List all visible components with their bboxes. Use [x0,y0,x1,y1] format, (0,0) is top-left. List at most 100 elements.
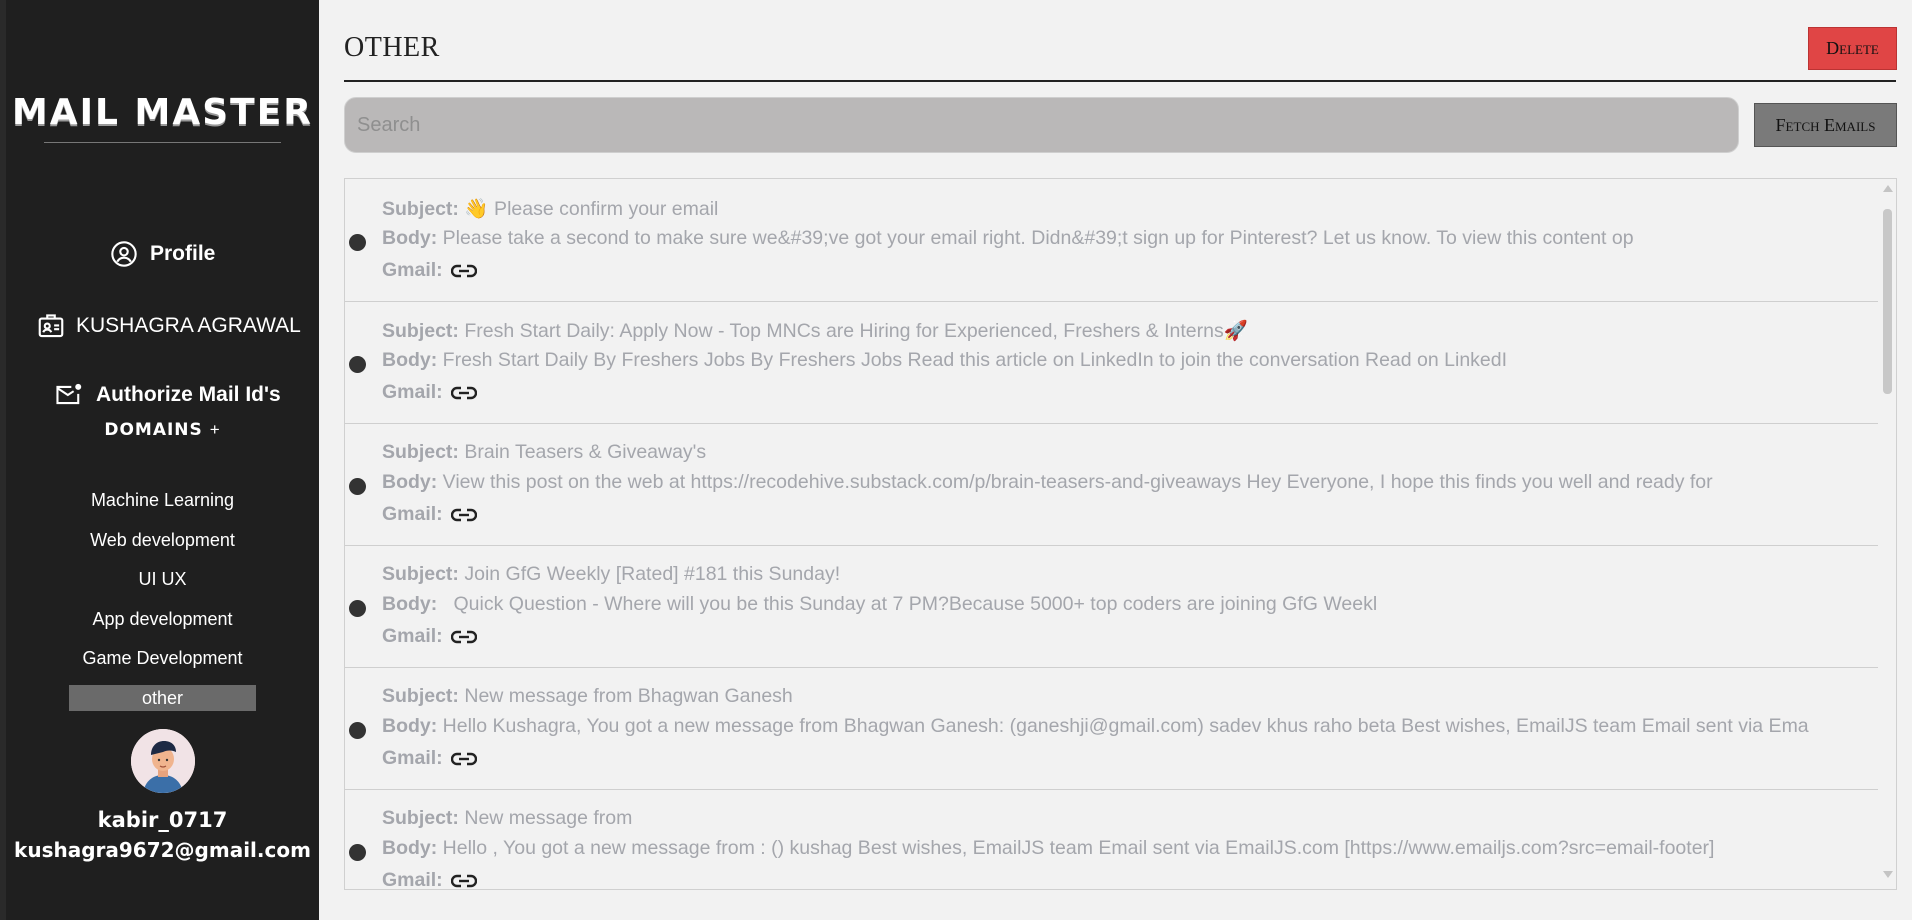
email-list[interactable]: Subject: 👋 Please confirm your email Bod… [344,178,1897,890]
user-name-label: KUSHAGRA AGRAWAL [76,314,301,337]
email-body-line: Body: Fresh Start Daily By Freshers Jobs… [382,349,1507,372]
domain-item-app-development[interactable]: App development [69,606,256,632]
subject-label: Subject: [382,198,459,220]
scroll-thumb[interactable] [1883,209,1892,394]
authorize-mail-link[interactable]: Authorize Mail Id's [54,381,281,409]
user-circle-icon [110,240,138,268]
email-item[interactable]: Subject: New message from Body: Hello , … [345,789,1878,890]
unread-dot [349,844,366,861]
app-logo: MAIL MASTER [11,92,314,133]
body-label: Body: [382,837,438,859]
email-subject-line: Subject: 👋 Please confirm your email [382,197,718,221]
mail-notification-icon [54,381,84,409]
gmail-label: Gmail: [382,381,443,403]
gmail-label: Gmail: [382,503,443,525]
email-body: Quick Question - Where will you be this … [442,593,1378,615]
email-body: Fresh Start Daily By Freshers Jobs By Fr… [442,349,1508,371]
unread-dot [349,600,366,617]
unread-dot [349,478,366,495]
email-gmail-line: Gmail: [382,747,443,770]
subject-label: Subject: [382,563,459,585]
id-badge-icon [36,311,66,341]
domains-title: DOMAINS [104,420,203,440]
profile-email: kushagra9672@gmail.com [14,838,311,862]
email-item[interactable]: Subject: Join GfG Weekly [Rated] #181 th… [345,545,1878,668]
profile-username: kabir_0717 [97,808,228,832]
domain-item-game-development[interactable]: Game Development [69,645,256,671]
email-body-line: Body: Hello , You got a new message from… [382,837,1714,860]
email-item[interactable]: Subject: Fresh Start Daily: Apply Now - … [345,301,1878,424]
email-item[interactable]: Subject: New message from Bhagwan Ganesh… [345,667,1878,790]
email-subject: Join GfG Weekly [Rated] #181 this Sunday… [464,563,841,585]
email-subject: New message from Bhagwan Ganesh [464,685,793,707]
page-title: OTHER [344,32,440,63]
email-subject-line: Subject: Brain Teasers & Giveaway's [382,441,706,464]
gmail-label: Gmail: [382,259,443,281]
email-body-line: Body: Please take a second to make sure … [382,227,1634,250]
search-input[interactable] [344,97,1739,153]
email-gmail-line: Gmail: [382,259,443,282]
domain-item-other[interactable]: other [69,685,256,711]
email-item[interactable]: Subject: Brain Teasers & Giveaway's Body… [345,423,1878,546]
subject-label: Subject: [382,320,459,342]
fetch-emails-button[interactable]: Fetch Emails [1754,103,1897,147]
body-label: Body: [382,715,438,737]
gmail-label: Gmail: [382,625,443,647]
authorize-label: Authorize Mail Id's [96,383,281,406]
email-subject: Fresh Start Daily: Apply Now - Top MNCs … [464,320,1248,342]
profile-label: Profile [150,242,216,265]
email-item[interactable]: Subject: 👋 Please confirm your email Bod… [345,179,1878,302]
delete-button[interactable]: Delete [1808,27,1897,70]
email-gmail-line: Gmail: [382,503,443,526]
add-domain-button[interactable]: + [210,420,221,439]
email-body: Hello , You got a new message from : () … [442,837,1715,859]
email-body: Please take a second to make sure we&#39… [442,227,1634,249]
domain-item-machine-learning[interactable]: Machine Learning [69,487,256,513]
link-icon[interactable] [450,263,478,284]
email-body-line: Body: View this post on the web at https… [382,471,1713,494]
link-icon[interactable] [450,751,478,772]
gmail-label: Gmail: [382,747,443,769]
email-gmail-line: Gmail: [382,869,443,890]
email-subject: 👋 Please confirm your email [464,198,719,220]
logo-divider [44,142,281,143]
email-gmail-line: Gmail: [382,625,443,648]
body-label: Body: [382,227,438,249]
title-divider [344,80,1896,82]
email-subject: Brain Teasers & Giveaway's [464,441,707,463]
email-body-line: Body: Hello Kushagra, You got a new mess… [382,715,1809,738]
body-label: Body: [382,593,438,615]
email-subject-line: Subject: New message from Bhagwan Ganesh [382,685,793,708]
profile-link[interactable]: Profile [110,240,215,268]
body-label: Body: [382,471,438,493]
avatar[interactable] [131,729,195,793]
unread-dot [349,356,366,373]
scroll-up-arrow-icon[interactable] [1883,185,1893,192]
domains-header: DOMAINS + [6,420,319,440]
email-body: Hello Kushagra, You got a new message fr… [442,715,1809,737]
link-icon[interactable] [450,873,478,889]
domain-item-web-development[interactable]: Web development [69,527,256,553]
email-subject-line: Subject: Fresh Start Daily: Apply Now - … [382,319,1248,343]
domain-item-ui-ux[interactable]: UI UX [69,566,256,592]
unread-dot [349,234,366,251]
scrollbar[interactable] [1878,179,1896,889]
email-body: View this post on the web at https://rec… [442,471,1713,493]
unread-dot [349,722,366,739]
link-icon[interactable] [450,507,478,528]
email-subject-line: Subject: New message from [382,807,632,830]
email-subject-line: Subject: Join GfG Weekly [Rated] #181 th… [382,563,840,586]
email-body-line: Body: Quick Question - Where will you be… [382,593,1377,616]
email-gmail-line: Gmail: [382,381,443,404]
link-icon[interactable] [450,629,478,650]
link-icon[interactable] [450,385,478,406]
subject-label: Subject: [382,441,459,463]
sidebar: MAIL MASTER Profile KUSHAGRA AGRAWAL Aut… [6,0,319,920]
scroll-down-arrow-icon[interactable] [1883,871,1893,878]
subject-label: Subject: [382,807,459,829]
subject-label: Subject: [382,685,459,707]
body-label: Body: [382,349,438,371]
gmail-label: Gmail: [382,869,443,890]
user-name-item[interactable]: KUSHAGRA AGRAWAL [36,311,301,341]
email-subject: New message from [464,807,633,829]
